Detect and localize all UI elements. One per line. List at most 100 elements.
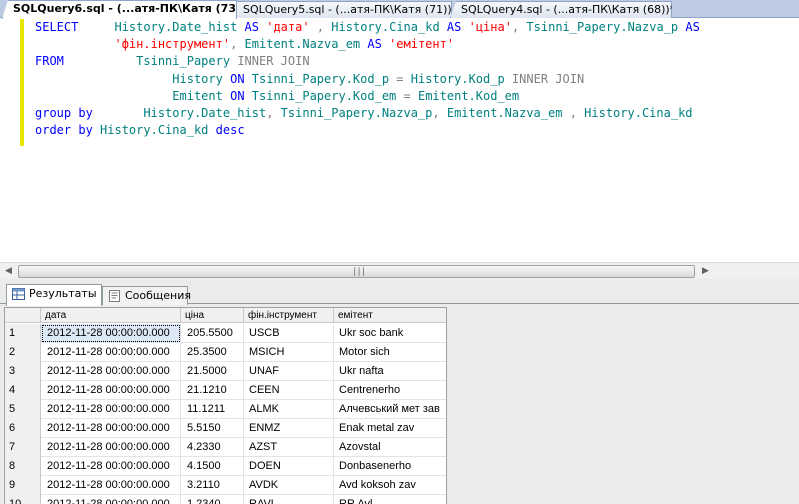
tab-sqlquery5[interactable]: SQLQuery5.sql - (...атя-ПК\Катя (71))* (232, 1, 452, 18)
code-line[interactable]: 'фін.інструмент', Emitent.Nazva_em AS 'е… (35, 36, 454, 53)
tab-sqlquery6[interactable]: SQLQuery6.sql - (...атя-ПК\Катя (73))* (2, 0, 237, 19)
cell-issuer[interactable]: Enak metal zav (334, 419, 446, 438)
code-token: Tsinni_Papery.Nazva_p (280, 106, 433, 120)
cell-date[interactable]: 2012-11-28 00:00:00.000 (41, 400, 181, 419)
sql-editor[interactable]: SELECT History.Date_hist AS 'дата' , His… (0, 18, 799, 262)
results-grid[interactable]: дата ціна фін.інструмент емітент 1 2012-1… (4, 307, 447, 504)
code-token: 'дата' (266, 20, 310, 34)
cell-price[interactable]: 5.5150 (181, 419, 244, 438)
code-line[interactable]: History ON Tsinni_Papery.Kod_p = History… (35, 71, 584, 88)
cell-price[interactable]: 205.5500 (181, 324, 244, 343)
column-header-price[interactable]: ціна (181, 308, 244, 323)
row-number: 3 (5, 362, 41, 381)
table-row[interactable]: 4 2012-11-28 00:00:00.000 21.1210 CEEN Centr… (5, 381, 446, 400)
cell-date[interactable]: 2012-11-28 00:00:00.000 (41, 324, 181, 343)
tab-sqlquery4[interactable]: SQLQuery4.sql - (...атя-ПК\Катя (68))* (450, 1, 672, 18)
scrollbar-thumb[interactable]: ||| (18, 265, 695, 278)
cell-price[interactable]: 3.2110 (181, 476, 244, 495)
scroll-right-icon[interactable]: ▶ (697, 263, 714, 280)
cell-date[interactable]: 2012-11-28 00:00:00.000 (41, 381, 181, 400)
cell-issuer[interactable]: Motor sich (334, 343, 446, 362)
cell-issuer[interactable]: Ukr nafta (334, 362, 446, 381)
table-row[interactable]: 9 2012-11-28 00:00:00.000 3.2110 AVDK Avd ko… (5, 476, 446, 495)
cell-price[interactable]: 21.1210 (181, 381, 244, 400)
code-token: History.Date_hist (114, 20, 238, 34)
code-token: INNER JOIN (511, 71, 585, 86)
tab-messages[interactable]: Сообщения (102, 286, 192, 305)
cell-date[interactable]: 2012-11-28 00:00:00.000 (41, 362, 181, 381)
code-line[interactable]: order by History.Cina_kd desc (35, 122, 245, 139)
editor-horizontal-scrollbar[interactable]: ◀ ||| ▶ (0, 262, 799, 279)
cell-issuer[interactable]: Avd koksoh zav (334, 476, 446, 495)
table-row[interactable]: 1 2012-11-28 00:00:00.000 205.5500 USCB Ukr … (5, 324, 446, 343)
cell-date[interactable]: 2012-11-28 00:00:00.000 (41, 419, 181, 438)
code-token: Emitent.Kod_em (417, 88, 520, 103)
table-row[interactable]: 8 2012-11-28 00:00:00.000 4.1500 DOEN Donbas… (5, 457, 446, 476)
cell-price[interactable]: 4.1500 (181, 457, 244, 476)
row-number-header (5, 308, 41, 323)
code-token: History.Cina_kd (100, 123, 209, 138)
cell-instrument[interactable]: USCB (244, 324, 334, 343)
code-token: AS (446, 20, 462, 34)
code-token: AS (367, 37, 382, 52)
table-row[interactable]: 6 2012-11-28 00:00:00.000 5.5150 ENMZ Enak m… (5, 419, 446, 438)
cell-instrument[interactable]: MSICH (244, 343, 334, 362)
cell-date[interactable]: 2012-11-28 00:00:00.000 (41, 495, 181, 504)
cell-instrument[interactable]: ENMZ (244, 419, 334, 438)
cell-issuer[interactable]: Ukr soc bank (334, 324, 446, 343)
cell-date[interactable]: 2012-11-28 00:00:00.000 (41, 438, 181, 457)
cell-issuer[interactable]: RR Avl (334, 495, 446, 504)
cell-price[interactable]: 21.5000 (181, 362, 244, 381)
cell-instrument[interactable]: AZST (244, 438, 334, 457)
code-line[interactable]: group by History.Date_hist, Tsinni_Paper… (35, 105, 693, 122)
table-row[interactable]: 3 2012-11-28 00:00:00.000 21.5000 UNAF Ukr n… (5, 362, 446, 381)
results-tab-strip: Результаты Сообщения (0, 282, 799, 306)
code-token: History.Cina_kd (331, 20, 440, 34)
cell-price[interactable]: 11.1211 (181, 400, 244, 419)
grid-header: дата ціна фін.інструмент емітент (5, 308, 446, 323)
row-number: 9 (5, 476, 41, 495)
cell-instrument[interactable]: DOEN (244, 457, 334, 476)
cell-date[interactable]: 2012-11-28 00:00:00.000 (41, 457, 181, 476)
table-row[interactable]: 7 2012-11-28 00:00:00.000 4.2330 AZST Azovst… (5, 438, 446, 457)
code-line[interactable]: Emitent ON Tsinni_Papery.Kod_em = Emiten… (35, 88, 519, 105)
row-number: 7 (5, 438, 41, 457)
code-line[interactable]: FROM Tsinni_Papery INNER JOIN (35, 53, 310, 70)
cell-price[interactable]: 25.3500 (181, 343, 244, 362)
cell-issuer[interactable]: Centrenerho (334, 381, 446, 400)
cell-date[interactable]: 2012-11-28 00:00:00.000 (41, 476, 181, 495)
table-row[interactable]: 2 2012-11-28 00:00:00.000 25.3500 MSICH Moto… (5, 343, 446, 362)
cell-instrument[interactable]: AVDK (244, 476, 334, 495)
column-header-instrument[interactable]: фін.інструмент (244, 308, 334, 323)
tab-messages-label: Сообщения (125, 289, 192, 302)
cell-date[interactable]: 2012-11-28 00:00:00.000 (41, 343, 181, 362)
code-line[interactable]: SELECT History.Date_hist AS 'дата' , His… (35, 19, 700, 36)
cell-price[interactable]: 1.2340 (181, 495, 244, 504)
cell-instrument[interactable]: CEEN (244, 381, 334, 400)
cell-issuer[interactable]: Алчевський мет зав (334, 400, 446, 419)
column-header-date[interactable]: дата (41, 308, 181, 323)
scroll-left-icon[interactable]: ◀ (0, 263, 17, 280)
cell-price[interactable]: 4.2330 (181, 438, 244, 457)
scrollbar-grip-icon: ||| (352, 267, 366, 277)
table-row[interactable]: 5 2012-11-28 00:00:00.000 11.1211 ALMK Алчев… (5, 400, 446, 419)
cell-issuer[interactable]: Donbasenerho (334, 457, 446, 476)
cell-instrument[interactable]: RAVL (244, 495, 334, 504)
cell-instrument[interactable]: UNAF (244, 362, 334, 381)
table-row[interactable]: 10 2012-11-28 00:00:00.000 1.2340 RAVL RR Av… (5, 495, 446, 504)
tab-results[interactable]: Результаты (6, 284, 102, 306)
cell-issuer[interactable]: Azovstal (334, 438, 446, 457)
column-header-issuer[interactable]: емітент (334, 308, 446, 323)
cell-instrument[interactable]: ALMK (244, 400, 334, 419)
